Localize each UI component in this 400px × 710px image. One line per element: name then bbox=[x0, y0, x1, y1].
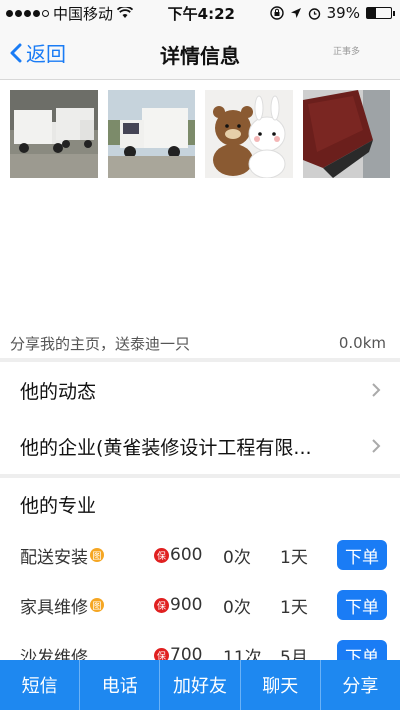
nav-bar: 返回 详情信息 正事多 bbox=[0, 26, 400, 80]
dynamics-label: 他的动态 bbox=[20, 380, 97, 403]
location-icon bbox=[290, 8, 301, 18]
photo-red[interactable] bbox=[302, 90, 390, 178]
wifi-icon bbox=[117, 7, 134, 18]
truck-image bbox=[10, 90, 98, 178]
service-row: 家具维修图 保 900 0次 1天 下单 bbox=[0, 580, 400, 630]
rotation-lock-icon bbox=[269, 6, 284, 20]
truck-image bbox=[107, 90, 195, 178]
sms-button[interactable]: 短信 bbox=[0, 660, 81, 710]
company-link[interactable]: 他的企业(黄雀装修设计工程有限... bbox=[0, 418, 400, 474]
order-button[interactable]: 下单 bbox=[337, 540, 387, 570]
company-label: 他的企业(黄雀装修设计工程有限... bbox=[20, 436, 312, 459]
status-left: 中国移动 bbox=[6, 3, 134, 24]
battery-percent: 39% bbox=[326, 4, 360, 22]
chevron-right-icon bbox=[372, 439, 381, 453]
alarm-icon bbox=[308, 7, 320, 20]
service-list: 配送安装图 保 600 0次 1天 下单 家具维修图 保 900 0次 1天 下单 … bbox=[0, 530, 400, 680]
carrier-label: 中国移动 bbox=[53, 4, 114, 23]
status-bar: 中国移动 下午4:22 39% bbox=[0, 0, 400, 26]
plush-bears-image bbox=[205, 90, 293, 178]
service-row: 配送安装图 保 600 0次 1天 下单 bbox=[0, 530, 400, 580]
nav-extra-label[interactable]: 正事多 bbox=[333, 44, 360, 57]
share-row[interactable]: 分享我的主页，送泰迪一只 0.0km bbox=[0, 328, 400, 358]
service-price: 保 900 bbox=[154, 595, 202, 615]
photo-gallery bbox=[0, 80, 400, 328]
phone-button[interactable]: 电话 bbox=[80, 660, 161, 710]
service-times: 0次 bbox=[223, 597, 251, 618]
photo-truck-1[interactable] bbox=[10, 90, 98, 178]
battery-icon bbox=[365, 7, 395, 19]
service-price: 保 600 bbox=[154, 545, 202, 565]
service-duration: 1天 bbox=[280, 547, 308, 568]
status-time: 下午4:22 bbox=[167, 4, 235, 23]
service-duration: 1天 bbox=[280, 597, 308, 618]
signal-icon bbox=[6, 9, 49, 17]
price-value: 600 bbox=[170, 545, 203, 565]
specialty-title: 他的专业 bbox=[20, 494, 97, 517]
distance-label: 0.0km bbox=[338, 334, 386, 352]
service-name-text: 配送安装 bbox=[20, 547, 88, 568]
share-button[interactable]: 分享 bbox=[321, 660, 400, 710]
service-times: 0次 bbox=[223, 547, 251, 568]
red-object-image bbox=[302, 90, 390, 178]
chevron-right-icon bbox=[372, 383, 381, 397]
guarantee-badge-icon: 保 bbox=[154, 597, 169, 613]
service-name: 家具维修图 bbox=[20, 593, 104, 618]
picture-badge-icon: 图 bbox=[90, 598, 104, 612]
chat-button[interactable]: 聊天 bbox=[241, 660, 321, 710]
dynamics-link[interactable]: 他的动态 bbox=[0, 362, 400, 418]
bottom-action-bar: 短信 电话 加好友 聊天 分享 bbox=[0, 660, 400, 710]
photo-bears[interactable] bbox=[205, 90, 293, 178]
service-name-text: 家具维修 bbox=[20, 597, 88, 618]
add-friend-button[interactable]: 加好友 bbox=[160, 660, 241, 710]
picture-badge-icon: 图 bbox=[90, 548, 104, 562]
share-text: 分享我的主页，送泰迪一只 bbox=[10, 334, 191, 353]
photo-truck-2[interactable] bbox=[107, 90, 195, 178]
price-value: 900 bbox=[170, 595, 203, 615]
guarantee-badge-icon: 保 bbox=[154, 547, 169, 563]
status-right: 39% bbox=[269, 4, 395, 22]
service-name: 配送安装图 bbox=[20, 543, 104, 568]
order-button[interactable]: 下单 bbox=[337, 590, 387, 620]
